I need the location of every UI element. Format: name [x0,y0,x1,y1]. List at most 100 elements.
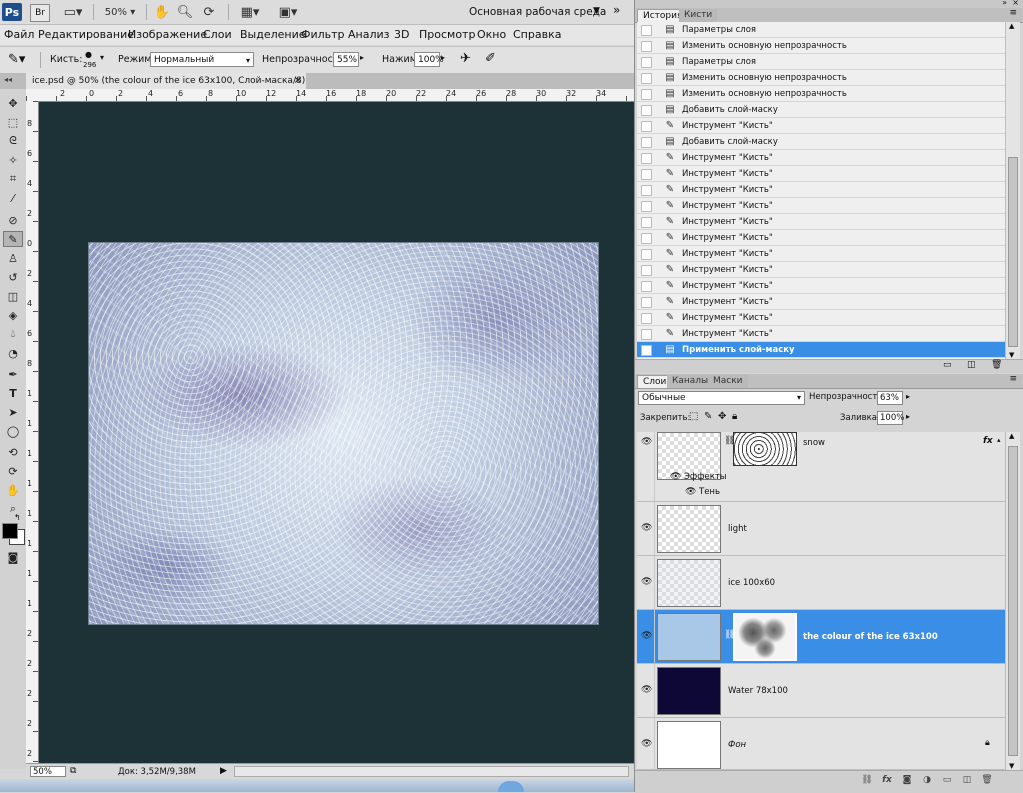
list-item[interactable]: ✎ Инструмент "Кисть" [637,278,1005,294]
flow-field[interactable]: 100% [414,52,444,67]
list-item[interactable]: ✎ Инструмент "Кисть" [637,198,1005,214]
panel-menu-icon[interactable]: ≡ [1009,374,1017,384]
list-item[interactable]: ✎ Инструмент "Кисть" [637,230,1005,246]
lock-all-icon[interactable]: 🔒︎ [732,411,737,422]
snapshot-source-checkbox[interactable] [641,233,652,244]
add-layer-style-icon[interactable]: fx [880,774,894,786]
snapshot-source-checkbox[interactable] [641,41,652,52]
menu-help[interactable]: Справка [513,28,561,41]
eye-icon[interactable]: 👁︎ [641,686,652,695]
list-item[interactable]: ✎ Инструмент "Кисть" [637,326,1005,342]
marquee-tool-icon[interactable]: ⬚ [3,114,23,130]
menu-layer[interactable]: Слои [203,28,232,41]
snapshot-source-checkbox[interactable] [641,281,652,292]
magic-wand-tool-icon[interactable]: ✧ [3,152,23,168]
add-mask-icon[interactable]: ◙ [900,774,914,786]
eye-icon[interactable]: 👁︎ [685,487,696,497]
menu-select[interactable]: Выделение [240,28,306,41]
list-item[interactable]: ✎ Инструмент "Кисть" [637,150,1005,166]
layer-opacity-field[interactable]: 63% [877,391,903,405]
menu-window[interactable]: Окно [477,28,506,41]
eyedropper-tool-icon[interactable]: ⁄ [3,190,23,206]
visibility-cell[interactable]: 👁︎ [637,556,655,609]
layer-mask-thumbnail[interactable] [733,613,797,661]
snapshot-source-checkbox[interactable] [641,153,652,164]
hand-tool-icon[interactable]: ✋ [153,3,171,21]
brush-preset-icon[interactable]: ✎▾ [8,52,25,67]
visibility-cell[interactable]: 👁︎ [637,610,655,663]
layer-row-background[interactable]: 👁︎ Фон 🔒︎ [637,718,1005,770]
pressure-icon[interactable]: ✐ [485,51,496,66]
menu-3d[interactable]: 3D [394,28,409,41]
scroll-up-icon[interactable]: ▲ [1009,432,1014,440]
screen-mode-icon[interactable]: ▣▾ [274,3,302,21]
eraser-tool-icon[interactable]: ◫ [3,288,23,304]
visibility-cell[interactable]: 👁︎ [637,718,655,769]
eye-icon[interactable]: 👁︎ [641,632,652,641]
layer-thumbnail[interactable] [657,667,721,715]
list-item[interactable]: ▤ Изменить основную непрозрачность [637,70,1005,86]
opacity-slider-arrow-icon[interactable]: ▸ [906,392,910,401]
snapshot-source-checkbox[interactable] [641,89,652,100]
scroll-up-icon[interactable]: ▲ [1009,22,1014,30]
view-extras-icon[interactable]: ▭▾ [60,3,86,21]
start-orb-icon[interactable] [498,781,524,792]
snapshot-source-checkbox[interactable] [641,137,652,148]
type-tool-icon[interactable]: T [3,385,23,401]
layer-row-colour-of-ice[interactable]: 👁︎ ⛓ the colour of the ice 63x100 [637,610,1005,664]
collapse-icon[interactable]: ◂◂ [4,75,12,84]
layer-mask-thumbnail[interactable] [733,432,797,466]
snapshot-source-checkbox[interactable] [641,73,652,84]
fill-slider-arrow-icon[interactable]: ▸ [906,412,910,421]
menu-file[interactable]: Файл [4,28,34,41]
snapshot-source-checkbox[interactable] [641,265,652,276]
menu-filter[interactable]: Фильтр [301,28,345,41]
snapshot-source-checkbox[interactable] [641,121,652,132]
snapshot-source-checkbox[interactable] [641,169,652,180]
snapshot-source-checkbox[interactable] [641,313,652,324]
3d-rotate-tool-icon[interactable]: ⟲ [3,444,23,460]
snapshot-source-checkbox[interactable] [641,345,652,356]
expand-effects-icon[interactable]: ▴ [997,436,1001,444]
layer-row-light[interactable]: 👁︎ light [637,502,1005,556]
list-item[interactable]: ▤ Изменить основную непрозрачность [637,38,1005,54]
layer-row-water[interactable]: 👁︎ Water 78x100 [637,664,1005,718]
panel-menu-icon[interactable]: ≡ [1009,8,1017,18]
paint-bucket-tool-icon[interactable]: ◈ [3,307,23,323]
eye-icon[interactable]: 👁︎ [641,578,652,587]
collapse-dock-icon[interactable]: » [1002,0,1007,7]
adjustment-layer-icon[interactable]: ◑ [920,774,934,786]
list-item-selected[interactable]: ▤ Применить слой-маску [637,342,1005,358]
visibility-cell[interactable]: 👁︎ [637,432,655,501]
blur-tool-icon[interactable]: 💧︎ [3,326,23,342]
menu-analysis[interactable]: Анализ [348,28,390,41]
snapshot-source-checkbox[interactable] [641,201,652,212]
swap-colors-icon[interactable]: ↰ [14,513,21,522]
quick-mask-icon[interactable]: ◙ [3,549,23,565]
list-item[interactable]: ✎ Инструмент "Кисть" [637,214,1005,230]
airbrush-icon[interactable]: ✈ [460,51,471,66]
scroll-down-icon[interactable]: ▼ [1009,351,1014,359]
history-scrollbar[interactable]: ▲ ▼ [1005,22,1020,359]
chevron-down-icon[interactable]: ▾ [100,53,104,62]
snapshot-source-checkbox[interactable] [641,25,652,36]
zoom-field[interactable]: 50% [30,766,66,777]
expand-icon[interactable]: » [613,3,620,17]
layer-row-ice[interactable]: 👁︎ ice 100x60 [637,556,1005,610]
list-item[interactable]: ✎ Инструмент "Кисть" [637,166,1005,182]
layer-thumbnail[interactable] [657,559,721,607]
layer-thumbnail[interactable] [657,721,721,769]
eye-icon[interactable]: 👁︎ [641,740,652,749]
status-info-icon[interactable]: ⧉ [70,766,76,776]
brush-tip-icon[interactable]: ● [85,50,92,59]
lasso-tool-icon[interactable]: ᘓ [3,133,23,149]
list-item[interactable]: ▤ Параметры слоя [637,22,1005,38]
eye-icon[interactable]: 👁︎ [641,524,652,533]
dodge-tool-icon[interactable]: ◔ [3,345,23,361]
path-selection-tool-icon[interactable]: ➤ [3,404,23,420]
delete-state-icon[interactable]: 🗑︎ [991,360,1002,370]
menu-edit[interactable]: Редактирование [38,28,134,41]
history-scroll-thumb[interactable] [1008,157,1018,347]
snapshot-source-checkbox[interactable] [641,185,652,196]
status-menu-arrow-icon[interactable]: ▶ [220,766,227,776]
